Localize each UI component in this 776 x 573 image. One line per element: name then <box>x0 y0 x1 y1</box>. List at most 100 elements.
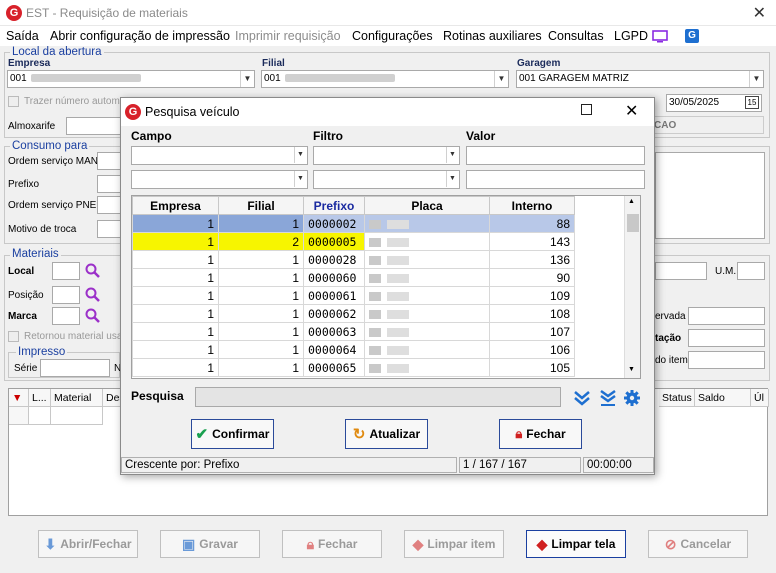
pesquisa-input[interactable] <box>195 387 561 407</box>
filial-cell[interactable]: 2 <box>218 232 304 251</box>
filial-cell[interactable]: 1 <box>218 322 304 341</box>
vehicle-row[interactable]: 1 1 0000065 105 <box>132 358 575 377</box>
interno-cell[interactable]: 109 <box>489 286 575 305</box>
prefixo-cell[interactable]: 0000062 <box>303 304 365 323</box>
retornou-checkbox[interactable] <box>8 331 19 342</box>
vehicle-row[interactable]: 1 1 0000028 136 <box>132 250 575 269</box>
placa-cell[interactable] <box>364 268 490 287</box>
prefixo-cell[interactable]: 0000064 <box>303 340 365 359</box>
do-item-field[interactable] <box>688 351 765 369</box>
interno-cell[interactable]: 136 <box>489 250 575 269</box>
menu-rotinas-auxiliares[interactable]: Rotinas auxiliares <box>443 29 542 43</box>
placa-cell[interactable] <box>364 304 490 323</box>
almoxarife-field[interactable] <box>66 117 122 135</box>
filial-cell[interactable]: 1 <box>218 340 304 359</box>
col-status[interactable]: Status <box>659 389 695 407</box>
filial-cell[interactable]: 1 <box>218 286 304 305</box>
filial-cell[interactable]: 1 <box>218 250 304 269</box>
limpar-tela-button[interactable]: ◆ Limpar tela <box>526 530 626 558</box>
prefixo-cell[interactable]: 0000028 <box>303 250 365 269</box>
vehicle-row[interactable]: 1 1 0000064 106 <box>132 340 575 359</box>
marca-field[interactable] <box>52 307 80 325</box>
vehicle-row[interactable]: 1 1 0000060 90 <box>132 268 575 287</box>
interno-cell[interactable]: 105 <box>489 358 575 377</box>
close-icon[interactable]: ✕ <box>753 3 766 23</box>
col-placa[interactable]: Placa <box>364 196 490 215</box>
empresa-cell[interactable]: 1 <box>132 340 219 359</box>
interno-cell[interactable]: 106 <box>489 340 575 359</box>
prefixo-cell[interactable]: 0000002 <box>303 214 365 233</box>
col-saldo[interactable]: Saldo <box>695 389 751 407</box>
prefixo-cell[interactable]: 0000060 <box>303 268 365 287</box>
fechar-dialog-button[interactable]: 🔒︎ Fechar <box>499 419 582 449</box>
grid-cell[interactable] <box>29 407 51 425</box>
vehicle-row[interactable]: 1 1 0000062 108 <box>132 304 575 323</box>
confirmar-button[interactable]: ✔ Confirmar <box>191 419 274 449</box>
filtro-select-2[interactable]: ▼ <box>313 170 460 189</box>
interno-cell[interactable]: 143 <box>489 232 575 251</box>
app-blue-icon[interactable]: G <box>685 29 699 43</box>
vehicle-row[interactable]: 1 1 0000002 88 <box>132 214 575 233</box>
menu-abrir-config-impressao[interactable]: Abrir configuração de impressão <box>50 29 230 43</box>
empresa-cell[interactable]: 1 <box>132 214 219 233</box>
empresa-select[interactable]: 001 ▼ <box>7 70 255 88</box>
filial-select[interactable]: 001 ▼ <box>261 70 509 88</box>
scroll-down-icon[interactable]: ▼ <box>628 366 635 373</box>
vehicle-grid[interactable]: Empresa Filial Prefixo Placa Interno 110… <box>131 195 641 379</box>
placa-cell[interactable] <box>364 358 490 377</box>
interno-cell[interactable]: 107 <box>489 322 575 341</box>
grid-scrollbar[interactable]: ▲ ▼ <box>624 196 640 378</box>
empresa-cell[interactable]: 1 <box>132 286 219 305</box>
campo-select-1[interactable]: ▼ <box>131 146 308 165</box>
fechar-button[interactable]: 🔒︎ Fechar <box>282 530 382 558</box>
col-filial[interactable]: Filial <box>218 196 304 215</box>
expand-down-icon[interactable] <box>573 389 591 407</box>
os-pne-field[interactable] <box>97 196 121 214</box>
filial-cell[interactable]: 1 <box>218 304 304 323</box>
garagem-select[interactable]: 001 GARAGEM MATRIZ ▼ <box>516 70 764 88</box>
monitor-icon[interactable] <box>652 30 668 43</box>
col-material[interactable]: Material <box>51 389 103 407</box>
limpar-item-button[interactable]: ◆ Limpar item <box>404 530 504 558</box>
um-field[interactable] <box>737 262 765 280</box>
valor-input-2[interactable] <box>466 170 645 189</box>
abrir-fechar-button[interactable]: ⬇ Abrir/Fechar <box>38 530 138 558</box>
valor-input-1[interactable] <box>466 146 645 165</box>
menu-configuracoes[interactable]: Configurações <box>352 29 433 43</box>
os-man-field[interactable] <box>97 152 121 170</box>
prefixo-cell[interactable]: 0000063 <box>303 322 365 341</box>
campo-select-2[interactable]: ▼ <box>131 170 308 189</box>
gear-icon[interactable] <box>623 389 641 407</box>
prefixo-cell[interactable]: 0000065 <box>303 358 365 377</box>
empresa-cell[interactable]: 1 <box>132 232 219 251</box>
sort-down-icon[interactable]: ▼ <box>9 389 29 407</box>
grid-cell[interactable] <box>51 407 103 425</box>
motivo-field[interactable] <box>97 220 121 238</box>
menu-imprimir-requisicao[interactable]: Imprimir requisição <box>235 29 341 43</box>
local-field[interactable] <box>52 262 80 280</box>
interno-cell[interactable]: 108 <box>489 304 575 323</box>
atualizar-button[interactable]: ↻ Atualizar <box>345 419 428 449</box>
reservada-field[interactable] <box>688 307 765 325</box>
cancelar-button[interactable]: ⊘ Cancelar <box>648 530 748 558</box>
vehicle-row[interactable]: 1 1 0000061 109 <box>132 286 575 305</box>
placa-cell[interactable] <box>364 322 490 341</box>
empresa-cell[interactable]: 1 <box>132 268 219 287</box>
date-field[interactable]: 30/05/2025 15 <box>666 94 762 112</box>
menu-consultas[interactable]: Consultas <box>548 29 604 43</box>
expand-bottom-icon[interactable] <box>599 389 617 407</box>
col-empresa[interactable]: Empresa <box>132 196 219 215</box>
serie-field[interactable] <box>40 359 110 377</box>
placa-cell[interactable] <box>364 232 490 251</box>
local-search-icon[interactable] <box>85 263 101 279</box>
interno-cell[interactable]: 88 <box>489 214 575 233</box>
prefixo-cell[interactable]: 0000005 <box>303 232 365 251</box>
marca-search-icon[interactable] <box>85 308 101 324</box>
empresa-cell[interactable]: 1 <box>132 304 219 323</box>
col-interno[interactable]: Interno <box>489 196 575 215</box>
empresa-cell[interactable]: 1 <box>132 250 219 269</box>
menu-saida[interactable]: Saída <box>6 29 39 43</box>
scroll-thumb[interactable] <box>627 214 639 232</box>
placa-cell[interactable] <box>364 250 490 269</box>
empresa-cell[interactable]: 1 <box>132 322 219 341</box>
